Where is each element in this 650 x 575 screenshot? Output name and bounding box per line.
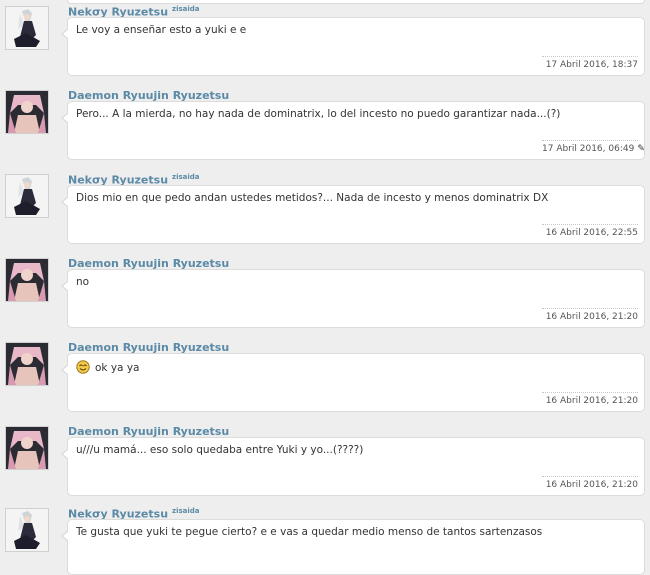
timestamp-text: 17 Abril 2016, 06:49: [542, 144, 635, 154]
message-bubble: Te gusta que yuki te pegue cierto? e e v…: [61, 519, 645, 575]
message-text: Te gusta que yuki te pegue cierto? e e v…: [76, 526, 543, 538]
post-timestamp: 16 Abril 2016, 21:20: [542, 392, 638, 406]
timestamp-text: 16 Abril 2016, 21:20: [545, 312, 638, 322]
avatar[interactable]: [5, 258, 49, 302]
post-timestamp: 16 Abril 2016, 22:55: [542, 224, 638, 238]
message-text: u///u mamá... eso solo quedaba entre Yuk…: [76, 444, 364, 456]
anime-pink-hair-avatar-icon: [6, 91, 48, 133]
anime-pink-hair-avatar-icon: [6, 259, 48, 301]
anime-girl-avatar-icon: [6, 509, 48, 551]
avatar[interactable]: [5, 90, 49, 134]
message-text: Le voy a enseñar esto a yuki e e: [76, 24, 247, 36]
message-text: Dios mio en que pedo andan ustedes metid…: [76, 192, 549, 204]
anime-pink-hair-avatar-icon: [6, 343, 48, 385]
author-tag: zisaida: [172, 507, 200, 515]
message-bubble: Pero... A la mierda, no hay nada de domi…: [61, 101, 645, 160]
message-bubble: ok ya ya 16 Abril 2016, 21:20: [61, 353, 645, 412]
timestamp-text: 16 Abril 2016, 21:20: [545, 480, 638, 490]
previous-post-bubble-bottom: [67, 0, 645, 4]
post-timestamp: 16 Abril 2016, 21:20: [542, 476, 638, 490]
avatar[interactable]: [5, 426, 49, 470]
smiley-face-emoji-icon: [76, 360, 90, 374]
message-text: Pero... A la mierda, no hay nada de domi…: [76, 108, 561, 120]
message-bubble: Le voy a enseñar esto a yuki e e 17 Abri…: [61, 17, 645, 76]
avatar[interactable]: [5, 6, 49, 50]
author-tag: zisaida: [172, 173, 200, 181]
post-timestamp: 17 Abril 2016, 06:49 ✎: [542, 140, 645, 154]
avatar[interactable]: [5, 174, 49, 218]
avatar[interactable]: [5, 342, 49, 386]
message-text-content: ok ya ya: [95, 362, 140, 374]
message-text: ok ya ya: [76, 360, 139, 374]
message-bubble: no 16 Abril 2016, 21:20: [61, 269, 645, 328]
author-tag: zisaida: [172, 5, 200, 13]
anime-girl-avatar-icon: [6, 175, 48, 217]
message-bubble: u///u mamá... eso solo quedaba entre Yuk…: [61, 437, 645, 496]
anime-pink-hair-avatar-icon: [6, 427, 48, 469]
timestamp-text: 16 Abril 2016, 21:20: [545, 396, 638, 406]
timestamp-text: 16 Abril 2016, 22:55: [545, 228, 638, 238]
pencil-icon[interactable]: ✎: [637, 144, 645, 154]
post-timestamp: 16 Abril 2016, 21:20: [542, 308, 638, 322]
post-timestamp: 17 Abril 2016, 18:37: [542, 56, 638, 70]
message-bubble: Dios mio en que pedo andan ustedes metid…: [61, 185, 645, 244]
message-text: no: [76, 276, 90, 288]
avatar[interactable]: [5, 508, 49, 552]
timestamp-text: 17 Abril 2016, 18:37: [545, 60, 638, 70]
anime-girl-avatar-icon: [6, 7, 48, 49]
